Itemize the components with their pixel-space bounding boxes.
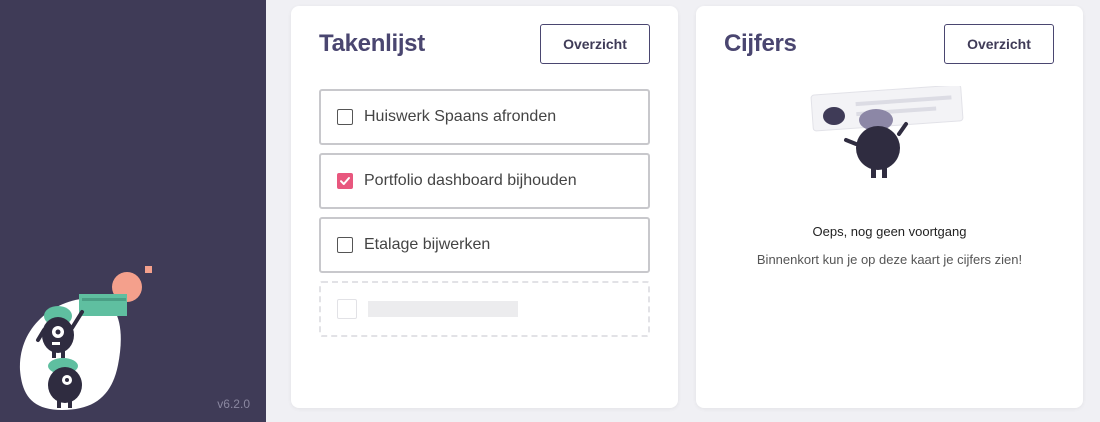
task-label: Huiswerk Spaans afronden xyxy=(364,108,557,125)
empty-state-subtitle: Binnenkort kun je op deze kaart je cijfe… xyxy=(756,252,1023,267)
task-checkbox[interactable] xyxy=(337,173,353,189)
tasks-card: Takenlijst Overzicht Huiswerk Spaans afr… xyxy=(291,6,678,408)
main-content: Takenlijst Overzicht Huiswerk Spaans afr… xyxy=(266,0,1100,422)
monster-with-card-illustration xyxy=(810,86,964,178)
task-label: Portfolio dashboard bijhouden xyxy=(364,172,577,189)
card-title: Cijfers xyxy=(724,30,797,57)
placeholder-bar xyxy=(368,301,518,317)
task-label: Etalage bijwerken xyxy=(364,236,491,253)
card-title: Takenlijst xyxy=(319,30,425,57)
task-placeholder xyxy=(319,281,650,337)
grades-card: Cijfers Overzicht Oeps, nog geen voortga… xyxy=(696,6,1083,408)
stacked-monsters-illustration xyxy=(19,266,152,410)
placeholder-checkbox xyxy=(337,299,357,319)
sidebar: v6.2.0 xyxy=(0,0,266,422)
task-item[interactable]: Portfolio dashboard bijhouden xyxy=(319,153,650,209)
version-label: v6.2.0 xyxy=(217,397,250,411)
grades-overview-button[interactable]: Overzicht xyxy=(944,24,1054,64)
task-item[interactable]: Etalage bijwerken xyxy=(319,217,650,273)
tasks-overview-button[interactable]: Overzicht xyxy=(540,24,650,64)
task-checkbox[interactable] xyxy=(337,237,353,253)
check-icon xyxy=(340,177,350,185)
task-checkbox[interactable] xyxy=(337,109,353,125)
empty-state-title: Oeps, nog geen voortgang xyxy=(812,224,967,239)
task-item[interactable]: Huiswerk Spaans afronden xyxy=(319,89,650,145)
